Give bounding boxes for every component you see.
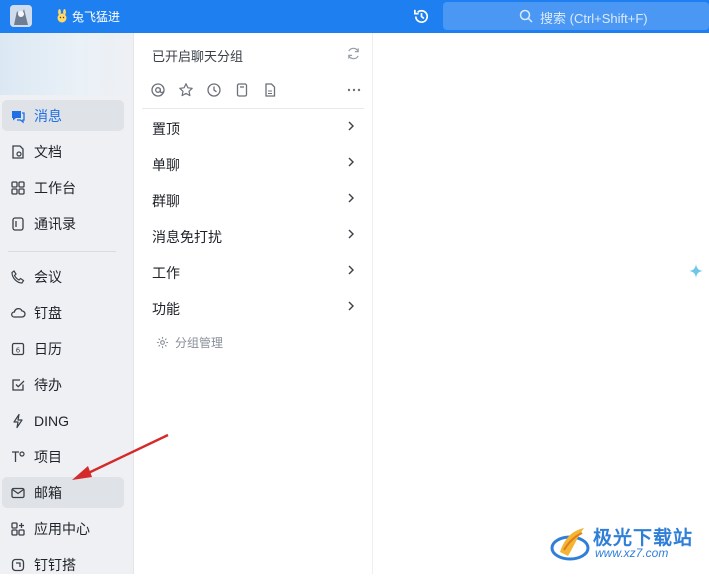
group-row-features[interactable]: 功能 xyxy=(142,291,364,323)
group-row-pinned[interactable]: 置顶 xyxy=(142,111,364,143)
user-avatar[interactable] xyxy=(10,5,32,27)
filter-toolbar xyxy=(150,81,366,101)
org-switcher[interactable]: 兔飞猛进 xyxy=(55,7,120,25)
app-center-icon xyxy=(11,521,25,536)
contacts-icon xyxy=(12,216,24,231)
more-icon[interactable] xyxy=(346,82,362,98)
sidebar-item-todo[interactable]: 待办 xyxy=(2,369,124,400)
chevron-right-icon xyxy=(348,157,354,167)
group-manage-button[interactable]: 分组管理 xyxy=(156,333,223,351)
sidebar-item-docs[interactable]: 文档 xyxy=(2,136,124,167)
group-row-single-chat[interactable]: 单聊 xyxy=(142,147,364,179)
gear-icon xyxy=(156,336,169,348)
history-icon[interactable] xyxy=(412,7,431,26)
sparkle-icon[interactable] xyxy=(689,264,703,278)
document-icon xyxy=(12,144,24,159)
todo-icon xyxy=(12,378,25,391)
meeting-icon xyxy=(11,269,25,284)
cloud-drive-icon xyxy=(11,307,26,318)
bookmark-icon[interactable] xyxy=(234,82,250,98)
annotation-arrow xyxy=(72,433,169,480)
group-row-muted[interactable]: 消息免打扰 xyxy=(142,219,364,251)
watermark-url: www.xz7.com xyxy=(595,546,669,560)
watermark: 极光下载站 www.xz7.com xyxy=(550,520,705,568)
panel-title: 已开启聊天分组 xyxy=(152,49,244,64)
chat-group-panel: 已开启聊天分组 置顶 单聊 群聊 消息免打扰 工作 功能 分组管理 xyxy=(134,33,373,574)
chevron-right-icon xyxy=(348,121,354,131)
svg-text:6: 6 xyxy=(16,346,21,354)
watermark-logo-icon xyxy=(550,528,590,561)
refresh-icon[interactable] xyxy=(346,46,361,61)
calendar-icon: 6 xyxy=(11,342,25,355)
chevron-right-icon xyxy=(348,229,354,239)
search-icon xyxy=(519,9,533,23)
workbench-icon xyxy=(11,180,25,195)
sidebar-divider xyxy=(8,251,116,252)
sidebar-item-messages[interactable]: 消息 xyxy=(2,100,124,131)
sidebar-item-calendar[interactable]: 6 日历 xyxy=(2,333,124,364)
sidebar-item-dingda[interactable]: 钉钉搭 xyxy=(2,549,124,580)
search-placeholder: 搜索 (Ctrl+Shift+F) xyxy=(540,11,648,26)
top-bar: 兔飞猛进 搜索 (Ctrl+Shift+F) xyxy=(0,0,709,33)
sidebar-item-drive[interactable]: 钉盘 xyxy=(2,297,124,328)
sidebar: 消息 文档 工作台 通讯录 会议 钉盘 6 日历 待办 DING 项目 邮箱 应… xyxy=(0,33,134,574)
sidebar-item-app-center[interactable]: 应用中心 xyxy=(2,513,124,544)
chevron-right-icon xyxy=(348,301,354,311)
group-row-group-chat[interactable]: 群聊 xyxy=(142,183,364,215)
dingda-icon xyxy=(11,558,25,571)
panel-divider xyxy=(142,108,364,109)
sidebar-item-contacts[interactable]: 通讯录 xyxy=(2,208,124,239)
org-name: 兔飞猛进 xyxy=(72,9,121,24)
mail-icon xyxy=(11,487,25,498)
chevron-right-icon xyxy=(348,193,354,203)
mention-icon[interactable] xyxy=(150,82,166,98)
group-row-work[interactable]: 工作 xyxy=(142,255,364,287)
clock-icon[interactable] xyxy=(206,82,222,98)
chevron-right-icon xyxy=(348,265,354,275)
star-icon[interactable] xyxy=(178,82,194,98)
project-icon xyxy=(12,450,25,462)
sidebar-item-workbench[interactable]: 工作台 xyxy=(2,172,124,203)
file-icon[interactable] xyxy=(262,82,278,98)
profile-banner xyxy=(0,33,133,95)
rabbit-icon xyxy=(57,9,67,23)
ding-icon xyxy=(13,413,23,428)
sidebar-item-meeting[interactable]: 会议 xyxy=(2,261,124,292)
message-icon xyxy=(12,110,25,123)
search-input[interactable]: 搜索 (Ctrl+Shift+F) xyxy=(443,2,709,30)
